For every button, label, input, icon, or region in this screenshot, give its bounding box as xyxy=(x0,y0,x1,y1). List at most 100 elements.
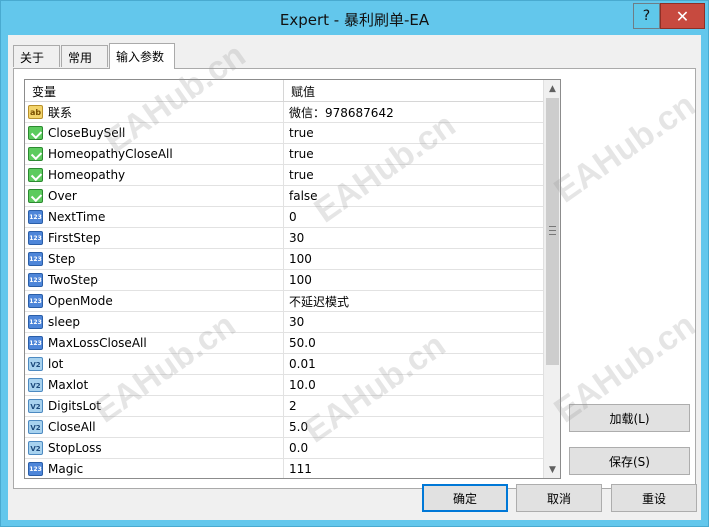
save-button[interactable]: 保存(S) xyxy=(569,447,690,475)
variable-cell[interactable]: CloseBuySell xyxy=(25,123,284,143)
header-value[interactable]: 赋值 xyxy=(284,80,543,102)
variable-cell[interactable]: Over xyxy=(25,186,284,206)
inputs-panel: 变量 赋值 ab 联系 微信：978687642 CloseBuySell true Ho… xyxy=(13,36,702,489)
value-cell[interactable]: 2 xyxy=(284,396,543,416)
value-cell[interactable]: 30 xyxy=(284,228,543,248)
tab-common[interactable]: 常用 xyxy=(61,45,108,67)
variable-name: 联系 xyxy=(48,105,73,120)
table-row[interactable]: V2 lot 0.01 xyxy=(25,354,543,375)
value-cell[interactable]: 0 xyxy=(284,207,543,227)
window-title: Expert - 暴利刷单-EA xyxy=(279,11,430,29)
scroll-up-arrow[interactable]: ▲ xyxy=(544,80,560,97)
ok-button[interactable]: 确定 xyxy=(422,484,508,512)
variable-cell[interactable]: 123 NextTime xyxy=(25,207,284,227)
variable-name: DigitsLot xyxy=(48,399,102,413)
variable-cell[interactable]: ab 联系 xyxy=(25,102,284,122)
double-type-icon: V2 xyxy=(28,378,43,392)
variable-cell[interactable]: V2 Maxlot xyxy=(25,375,284,395)
value-cell[interactable]: 100 xyxy=(284,270,543,290)
watermark-text: EAHub.cn xyxy=(547,85,703,211)
variable-cell[interactable]: 123 Magic xyxy=(25,459,284,478)
table-row[interactable]: V2 CloseAll 5.0 xyxy=(25,417,543,438)
variable-name: MaxLossCloseAll xyxy=(48,336,147,350)
bool-type-icon xyxy=(28,168,43,182)
table-row[interactable]: ab 联系 微信：978687642 xyxy=(25,102,543,123)
table-row[interactable]: V2 StopLoss 0.0 xyxy=(25,438,543,459)
variable-cell[interactable]: 123 Step xyxy=(25,249,284,269)
vertical-scrollbar[interactable]: ▲ ▼ xyxy=(543,80,560,478)
value-cell[interactable]: false xyxy=(284,186,543,206)
integer-type-icon: 123 xyxy=(28,462,43,476)
table-row[interactable]: Over false xyxy=(25,186,543,207)
value-cell[interactable]: 50.0 xyxy=(284,333,543,353)
variable-name: NextTime xyxy=(48,210,106,224)
double-type-icon: V2 xyxy=(28,441,43,455)
help-button[interactable]: ? xyxy=(633,3,660,29)
table-row[interactable]: 123 Magic 111 xyxy=(25,459,543,478)
variable-name: Step xyxy=(48,252,76,266)
table-row[interactable]: V2 Maxlot 10.0 xyxy=(25,375,543,396)
table-row[interactable]: 123 sleep 30 xyxy=(25,312,543,333)
value-cell[interactable]: 30 xyxy=(284,312,543,332)
scroll-down-arrow[interactable]: ▼ xyxy=(544,461,560,478)
variable-cell[interactable]: 123 MaxLossCloseAll xyxy=(25,333,284,353)
table-row[interactable]: CloseBuySell true xyxy=(25,123,543,144)
dialog-client: 关于 常用 输入参数 变量 赋值 ab 联系 微信：978687642 CloseBu… xyxy=(8,35,702,520)
variable-name: TwoStep xyxy=(48,273,98,287)
variable-name: sleep xyxy=(48,315,80,329)
scroll-thumb[interactable] xyxy=(546,98,559,365)
value-cell[interactable]: true xyxy=(284,165,543,185)
double-type-icon: V2 xyxy=(28,399,43,413)
tab-inputs[interactable]: 输入参数 xyxy=(109,43,175,69)
cancel-button[interactable]: 取消 xyxy=(516,484,602,512)
value-cell[interactable]: 10.0 xyxy=(284,375,543,395)
variable-cell[interactable]: V2 lot xyxy=(25,354,284,374)
table-row[interactable]: 123 NextTime 0 xyxy=(25,207,543,228)
variable-cell[interactable]: V2 CloseAll xyxy=(25,417,284,437)
variable-cell[interactable]: 123 TwoStep xyxy=(25,270,284,290)
reset-button[interactable]: 重设 xyxy=(611,484,697,512)
bool-type-icon xyxy=(28,126,43,140)
table-row[interactable]: 123 OpenMode 不延迟模式 xyxy=(25,291,543,312)
table-row[interactable]: 123 Step 100 xyxy=(25,249,543,270)
value-cell[interactable]: true xyxy=(284,144,543,164)
variable-name: lot xyxy=(48,357,64,371)
value-cell[interactable]: 0.0 xyxy=(284,438,543,458)
parameters-grid: 变量 赋值 ab 联系 微信：978687642 CloseBuySell true Ho… xyxy=(24,79,561,479)
table-row[interactable]: Homeopathy true xyxy=(25,165,543,186)
variable-cell[interactable]: 123 FirstStep xyxy=(25,228,284,248)
table-row[interactable]: HomeopathyCloseAll true xyxy=(25,144,543,165)
variable-name: OpenMode xyxy=(48,294,113,308)
table-row[interactable]: 123 FirstStep 30 xyxy=(25,228,543,249)
variable-cell[interactable]: V2 StopLoss xyxy=(25,438,284,458)
value-cell[interactable]: 0.01 xyxy=(284,354,543,374)
grip-icon xyxy=(549,226,556,235)
value-cell[interactable]: 100 xyxy=(284,249,543,269)
close-icon: ✕ xyxy=(675,6,690,26)
variable-cell[interactable]: HomeopathyCloseAll xyxy=(25,144,284,164)
value-cell[interactable]: 111 xyxy=(284,459,543,478)
table-row[interactable]: 123 TwoStep 100 xyxy=(25,270,543,291)
title-bar[interactable]: Expert - 暴利刷单-EA ? ✕ xyxy=(1,1,708,35)
variable-name: FirstStep xyxy=(48,231,101,245)
variable-name: CloseBuySell xyxy=(48,126,126,140)
value-cell[interactable]: true xyxy=(284,123,543,143)
load-button[interactable]: 加载(L) xyxy=(569,404,690,432)
variable-cell[interactable]: V2 DigitsLot xyxy=(25,396,284,416)
value-cell[interactable]: 微信：978687642 xyxy=(284,102,543,122)
variable-cell[interactable]: Homeopathy xyxy=(25,165,284,185)
double-type-icon: V2 xyxy=(28,357,43,371)
value-cell[interactable]: 不延迟模式 xyxy=(284,291,543,311)
integer-type-icon: 123 xyxy=(28,231,43,245)
table-row[interactable]: 123 MaxLossCloseAll 50.0 xyxy=(25,333,543,354)
variable-name: Over xyxy=(48,189,77,203)
value-cell[interactable]: 5.0 xyxy=(284,417,543,437)
table-row[interactable]: V2 DigitsLot 2 xyxy=(25,396,543,417)
integer-type-icon: 123 xyxy=(28,252,43,266)
variable-name: StopLoss xyxy=(48,441,102,455)
variable-cell[interactable]: 123 OpenMode xyxy=(25,291,284,311)
variable-cell[interactable]: 123 sleep xyxy=(25,312,284,332)
close-button[interactable]: ✕ xyxy=(660,3,705,29)
tab-about[interactable]: 关于 xyxy=(13,45,60,67)
header-variable[interactable]: 变量 xyxy=(25,80,284,102)
